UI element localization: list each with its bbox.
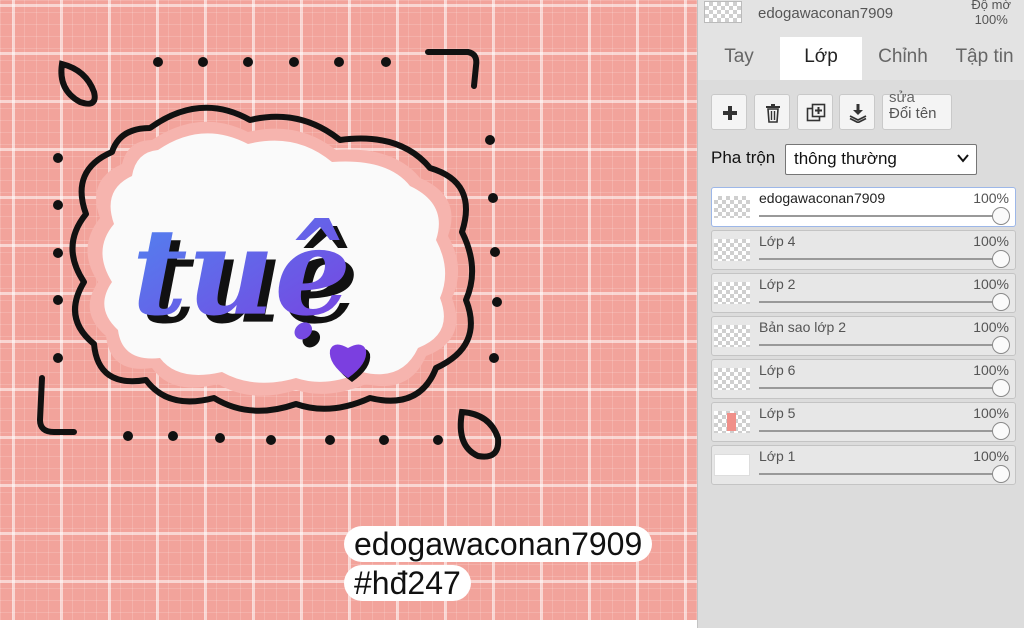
tab-file[interactable]: Tập tin [944, 37, 1024, 80]
tab-adjust[interactable]: Chỉnh [862, 37, 944, 80]
layer-thumbnail [714, 282, 750, 304]
layer-opacity: 100% [973, 190, 1009, 206]
layer-row[interactable]: Lớp 2 100% [711, 273, 1016, 313]
blend-mode-label: Pha trộn [711, 148, 776, 167]
rename-top-label: sửa [889, 89, 915, 106]
layer-name: Lớp 4 [759, 233, 796, 249]
layer-thumbnail [714, 196, 750, 218]
opacity-slider-handle[interactable] [992, 293, 1010, 311]
layer-opacity: 100% [973, 233, 1009, 249]
watermark-username: edogawaconan7909 [344, 526, 653, 562]
layer-name: edogawaconan7909 [759, 190, 886, 206]
opacity-slider-track[interactable] [759, 430, 1001, 432]
layer-row[interactable]: Lớp 5 100% [711, 402, 1016, 442]
layer-opacity: 100% [973, 276, 1009, 292]
canvas-bottom-edge [0, 620, 697, 628]
rename-layer-button[interactable]: sửa Đổi tên [882, 89, 952, 130]
layer-row[interactable]: Bản sao lớp 2 100% [711, 316, 1016, 356]
layer-opacity: 100% [973, 362, 1009, 378]
drawing-canvas[interactable]: tuệ tuệ edogawaconan7909 #hđ247 [0, 0, 697, 628]
layer-thumbnail [714, 325, 750, 347]
opacity-slider-handle[interactable] [992, 379, 1010, 397]
layer-thumbnail [714, 454, 750, 476]
layer-name: Lớp 1 [759, 448, 796, 464]
chevron-down-icon [957, 154, 969, 163]
layer-name: Lớp 2 [759, 276, 796, 292]
layer-opacity: 100% [973, 448, 1009, 464]
layer-name: Lớp 6 [759, 362, 796, 378]
duplicate-layer-button[interactable] [797, 94, 833, 130]
tab-brush[interactable]: Tay [698, 37, 780, 80]
current-layer-header: edogawaconan7909 Độ mờ 100% [698, 0, 1024, 32]
layer-thumbnail [714, 411, 750, 433]
opacity-slider-handle[interactable] [992, 207, 1010, 225]
opacity-slider-track[interactable] [759, 258, 1001, 260]
layers-body: sửa Đổi tên Pha trộn thông thường edogaw… [698, 80, 1024, 628]
tab-layers[interactable]: Lớp [780, 37, 862, 80]
opacity-slider-track[interactable] [759, 215, 1001, 217]
trash-icon [766, 104, 780, 123]
layer-row[interactable]: Lớp 6 100% [711, 359, 1016, 399]
duplicate-icon [806, 103, 826, 122]
layer-row[interactable]: edogawaconan7909 100% [711, 187, 1016, 227]
opacity-slider-track[interactable] [759, 344, 1001, 346]
current-layer-name: edogawaconan7909 [758, 5, 894, 22]
svg-text:tuệ: tuệ [132, 202, 351, 343]
watermark-hashtag: #hđ247 [344, 565, 471, 601]
rename-label: Đổi tên [889, 105, 937, 122]
artwork-title-lettering: tuệ tuệ [132, 202, 359, 351]
opacity-slider-handle[interactable] [992, 422, 1010, 440]
opacity-slider-track[interactable] [759, 387, 1001, 389]
blend-mode-value: thông thường [794, 149, 897, 168]
layers-panel: edogawaconan7909 Độ mờ 100% Tay Lớp Chỉn… [697, 0, 1024, 628]
panel-tabs: Tay Lớp Chỉnh Tập tin [698, 37, 1024, 80]
layer-opacity: 100% [973, 405, 1009, 421]
merge-down-button[interactable] [839, 94, 875, 130]
opacity-label: Độ mờ [971, 0, 1011, 12]
opacity-slider-track[interactable] [759, 301, 1001, 303]
layer-row[interactable]: Lớp 4 100% [711, 230, 1016, 270]
blend-mode-select[interactable]: thông thường [785, 144, 977, 175]
opacity-slider-handle[interactable] [992, 336, 1010, 354]
layer-name: Lớp 5 [759, 405, 796, 421]
layer-row[interactable]: Lớp 1 100% [711, 445, 1016, 485]
layer-opacity: 100% [973, 319, 1009, 335]
add-layer-button[interactable] [711, 94, 747, 130]
opacity-slider-handle[interactable] [992, 250, 1010, 268]
plus-icon [723, 106, 737, 120]
layer-thumbnail-mark [727, 413, 736, 431]
current-layer-thumbnail [704, 1, 742, 23]
opacity-value: 100% [974, 12, 1008, 27]
layer-thumbnail [714, 368, 750, 390]
opacity-slider-handle[interactable] [992, 465, 1010, 483]
delete-layer-button[interactable] [754, 94, 790, 130]
current-layer-opacity: Độ mờ 100% [971, 0, 1011, 27]
merge-down-icon [849, 104, 867, 123]
layer-thumbnail [714, 239, 750, 261]
opacity-slider-track[interactable] [759, 473, 1001, 475]
layer-name: Bản sao lớp 2 [759, 319, 847, 335]
